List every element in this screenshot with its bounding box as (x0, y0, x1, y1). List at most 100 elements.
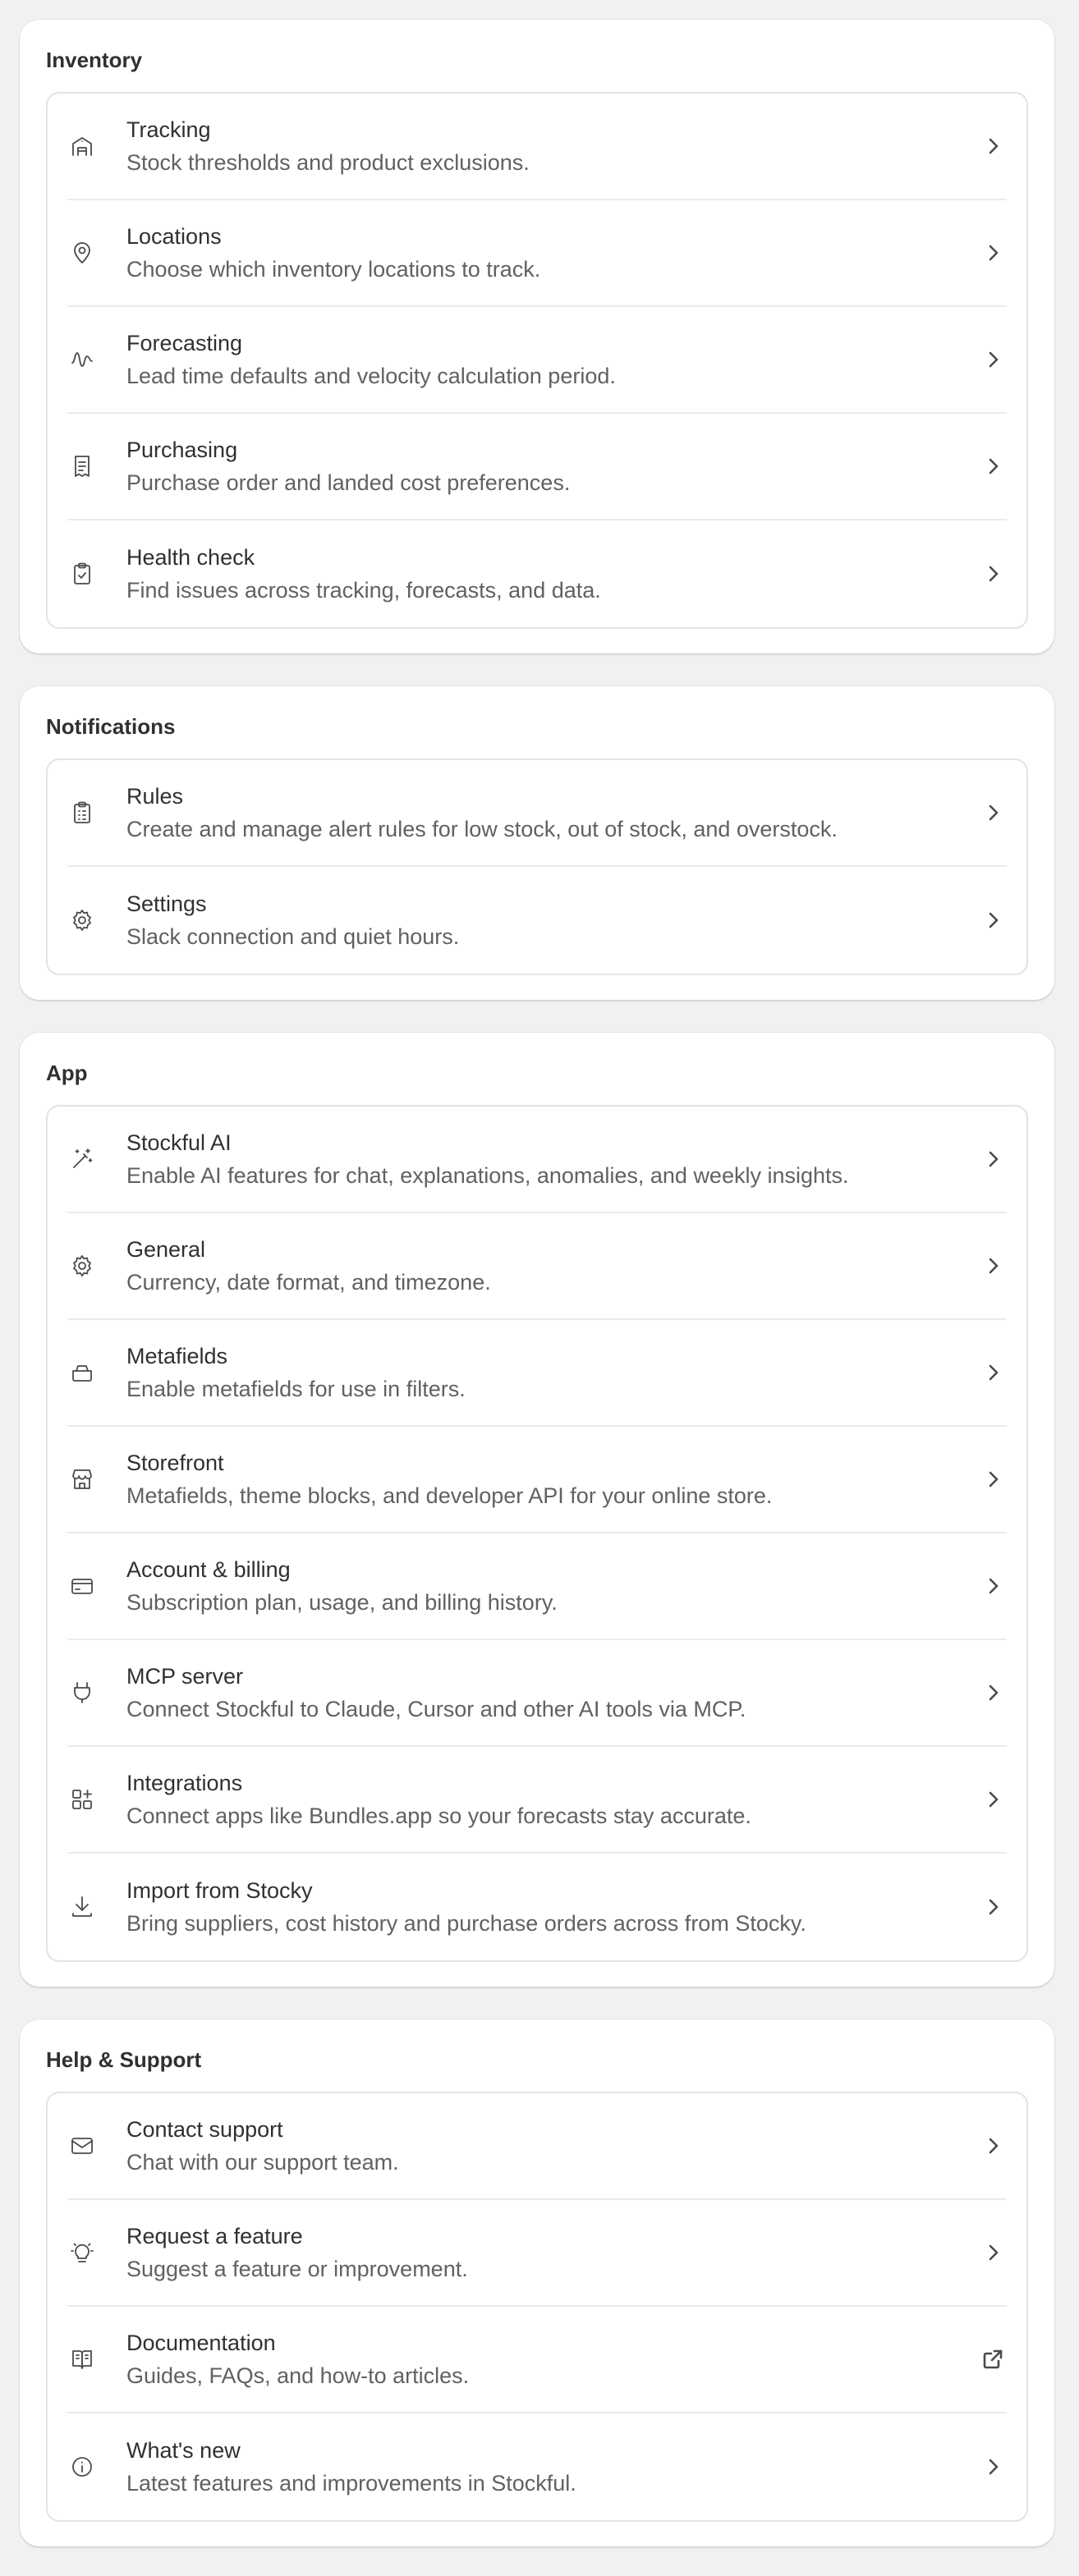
help-list: Contact support Chat with our support tea… (46, 2092, 1028, 2522)
row-title: MCP server (126, 1664, 244, 1689)
settings-row-import-from-stocky[interactable]: Import from Stocky Bring suppliers, cost … (67, 1854, 1007, 1960)
row-text: What's new Latest features and improvemen… (126, 2436, 974, 2497)
row-text: Purchasing Purchase order and landed cost… (126, 436, 974, 497)
settings-row-account-and-billing[interactable]: Account & billing Subscription plan, usag… (67, 1533, 1007, 1640)
row-description: Create and manage alert rules for low st… (126, 817, 838, 841)
row-description: Chat with our support team. (126, 2150, 399, 2175)
inventory-list: Tracking Stock thresholds and product exc… (46, 92, 1028, 629)
row-description: Suggest a feature or improvement. (126, 2257, 468, 2281)
clipboard-list-icon (67, 800, 126, 826)
row-description: Enable metafields for use in filters. (126, 1377, 466, 1401)
inventory-card: Inventory Tracking Stock thresholds and p… (20, 20, 1054, 653)
download-icon (67, 1894, 126, 1920)
row-description: Choose which inventory locations to trac… (126, 257, 541, 282)
book-icon (67, 2346, 126, 2372)
info-icon (67, 2454, 126, 2480)
settings-row-general[interactable]: General Currency, date format, and timezo… (67, 1213, 1007, 1320)
section-title-notifications: Notifications (46, 713, 176, 739)
chevron-right-icon[interactable] (974, 242, 1007, 264)
row-title: Contact support (126, 2117, 283, 2142)
chevron-right-icon[interactable] (974, 563, 1007, 584)
warehouse-icon (67, 133, 126, 159)
row-title: Metafields (126, 1344, 228, 1368)
row-text: Settings Slack connection and quiet hours… (126, 890, 974, 951)
section-title-help-support: Help & Support (46, 2047, 202, 2072)
location-pin-icon (67, 240, 126, 266)
external-link-icon[interactable] (974, 2349, 1007, 2370)
row-title: General (126, 1237, 206, 1262)
chevron-right-icon[interactable] (974, 1789, 1007, 1810)
row-text: General Currency, date format, and timezo… (126, 1235, 974, 1296)
chevron-right-icon[interactable] (974, 1255, 1007, 1277)
app-card: App Stockful AI Enable AI features for ch… (20, 1033, 1054, 1987)
chevron-right-icon[interactable] (974, 1362, 1007, 1383)
settings-row-mcp-server[interactable]: MCP server Connect Stockful to Claude, Cu… (67, 1640, 1007, 1747)
row-title: Documentation (126, 2331, 276, 2355)
chevron-right-icon[interactable] (974, 349, 1007, 370)
chevron-right-icon[interactable] (974, 135, 1007, 157)
chevron-right-icon[interactable] (974, 802, 1007, 823)
row-description: Bring suppliers, cost history and purcha… (126, 1911, 806, 1936)
row-description: Connect Stockful to Claude, Cursor and o… (126, 1697, 746, 1721)
row-text: Account & billing Subscription plan, usag… (126, 1556, 974, 1616)
settings-row-purchasing[interactable]: Purchasing Purchase order and landed cost… (67, 414, 1007, 520)
settings-row-tracking[interactable]: Tracking Stock thresholds and product exc… (67, 94, 1007, 200)
settings-row-forecasting[interactable]: Forecasting Lead time defaults and veloci… (67, 307, 1007, 414)
settings-row-settings[interactable]: Settings Slack connection and quiet hours… (67, 867, 1007, 974)
row-title: Health check (126, 545, 255, 570)
row-title: Settings (126, 892, 207, 916)
section-title-inventory: Inventory (46, 47, 143, 72)
chevron-right-icon[interactable] (974, 2242, 1007, 2263)
row-title: Storefront (126, 1451, 224, 1475)
settings-row-request-a-feature[interactable]: Request a feature Suggest a feature or im… (67, 2200, 1007, 2307)
chevron-right-icon[interactable] (974, 1469, 1007, 1490)
row-title: What's new (126, 2438, 241, 2463)
chevron-right-icon[interactable] (974, 1896, 1007, 1918)
row-description: Connect apps like Bundles.app so your fo… (126, 1804, 751, 1828)
row-title: Locations (126, 224, 222, 249)
plug-icon (67, 1680, 126, 1706)
row-title: Stockful AI (126, 1130, 232, 1155)
chevron-right-icon[interactable] (974, 1682, 1007, 1703)
row-description: Currency, date format, and timezone. (126, 1270, 491, 1295)
row-text: MCP server Connect Stockful to Claude, Cu… (126, 1662, 974, 1723)
row-text: Stockful AI Enable AI features for chat, … (126, 1129, 974, 1189)
magic-wand-icon (67, 1146, 126, 1172)
credit-card-icon (67, 1573, 126, 1599)
row-title: Tracking (126, 117, 211, 142)
row-description: Guides, FAQs, and how-to articles. (126, 2363, 470, 2388)
clipboard-check-icon (67, 561, 126, 587)
settings-row-integrations[interactable]: Integrations Connect apps like Bundles.ap… (67, 1747, 1007, 1854)
row-description: Purchase order and landed cost preferenc… (126, 470, 571, 495)
settings-row-documentation[interactable]: Documentation Guides, FAQs, and how-to ar… (67, 2307, 1007, 2413)
settings-row-health-check[interactable]: Health check Find issues across tracking,… (67, 520, 1007, 627)
row-description: Metafields, theme blocks, and developer … (126, 1483, 773, 1508)
chevron-right-icon[interactable] (974, 1575, 1007, 1597)
row-description: Latest features and improvements in Stoc… (126, 2471, 576, 2496)
settings-row-locations[interactable]: Locations Choose which inventory location… (67, 200, 1007, 307)
row-text: Health check Find issues across tracking,… (126, 543, 974, 604)
chevron-right-icon[interactable] (974, 910, 1007, 931)
row-text: Request a feature Suggest a feature or im… (126, 2222, 974, 2283)
chevron-right-icon[interactable] (974, 1148, 1007, 1170)
help-card: Help & Support Contact support Chat with … (20, 2019, 1054, 2546)
chevron-right-icon[interactable] (974, 456, 1007, 477)
settings-row-storefront[interactable]: Storefront Metafields, theme blocks, and … (67, 1427, 1007, 1533)
settings-row-metafields[interactable]: Metafields Enable metafields for use in f… (67, 1320, 1007, 1427)
app-list: Stockful AI Enable AI features for chat, … (46, 1105, 1028, 1962)
row-description: Find issues across tracking, forecasts, … (126, 578, 601, 603)
row-title: Import from Stocky (126, 1878, 313, 1903)
settings-row-rules[interactable]: Rules Create and manage alert rules for l… (67, 760, 1007, 867)
settings-row-what-s-new[interactable]: What's new Latest features and improvemen… (67, 2413, 1007, 2520)
notifications-card: Notifications Rules Create and manage ale… (20, 686, 1054, 1000)
chevron-right-icon[interactable] (974, 2135, 1007, 2157)
row-text: Metafields Enable metafields for use in f… (126, 1342, 974, 1403)
envelope-icon (67, 2133, 126, 2159)
notifications-list: Rules Create and manage alert rules for l… (46, 759, 1028, 975)
settings-row-contact-support[interactable]: Contact support Chat with our support tea… (67, 2093, 1007, 2200)
chevron-right-icon[interactable] (974, 2456, 1007, 2477)
row-text: Integrations Connect apps like Bundles.ap… (126, 1769, 974, 1830)
apps-add-icon (67, 1786, 126, 1813)
row-title: Account & billing (126, 1557, 291, 1582)
settings-row-stockful-ai[interactable]: Stockful AI Enable AI features for chat, … (67, 1107, 1007, 1213)
